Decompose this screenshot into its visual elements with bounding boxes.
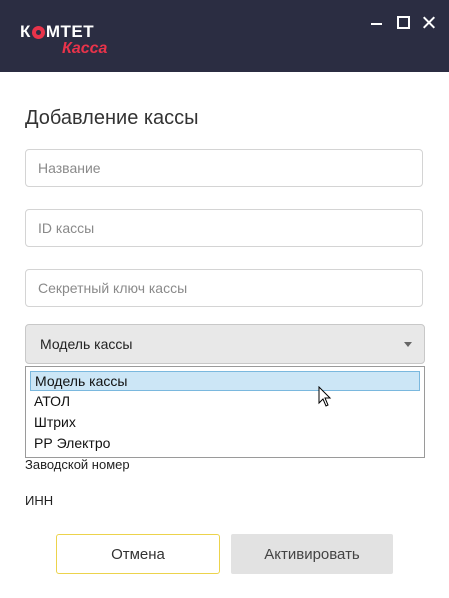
cash-id-input[interactable] [25,209,423,247]
logo-top-text: К МТЕТ [20,22,95,41]
mouse-cursor-icon [318,386,332,407]
title-bar: К МТЕТ Касса [0,0,449,72]
inn-label: ИНН [25,493,54,508]
komtet-logo: К МТЕТ Касса [20,22,130,58]
window-controls [363,12,441,34]
model-option[interactable]: АТОЛ [30,391,70,411]
maximize-icon[interactable] [391,12,415,34]
logo-bottom-text: Касса [62,40,108,57]
secret-key-input[interactable] [25,269,423,307]
model-option[interactable]: РР Электро [30,433,110,453]
model-option[interactable]: Модель кассы [30,371,420,391]
model-select-value: Модель кассы [40,336,133,352]
serial-number-label: Заводской номер [25,457,130,472]
cancel-button[interactable]: Отмена [56,534,220,574]
model-option[interactable]: Штрих [30,412,76,432]
name-input[interactable] [25,149,423,187]
model-select[interactable]: Модель кассы [25,324,425,364]
minimize-icon[interactable] [365,12,389,34]
chevron-down-icon [404,342,412,347]
activate-button[interactable]: Активировать [231,534,393,574]
close-icon[interactable] [417,12,441,34]
model-dropdown-list: Модель кассы АТОЛ Штрих РР Электро [25,366,425,458]
page-title: Добавление кассы [25,107,199,129]
